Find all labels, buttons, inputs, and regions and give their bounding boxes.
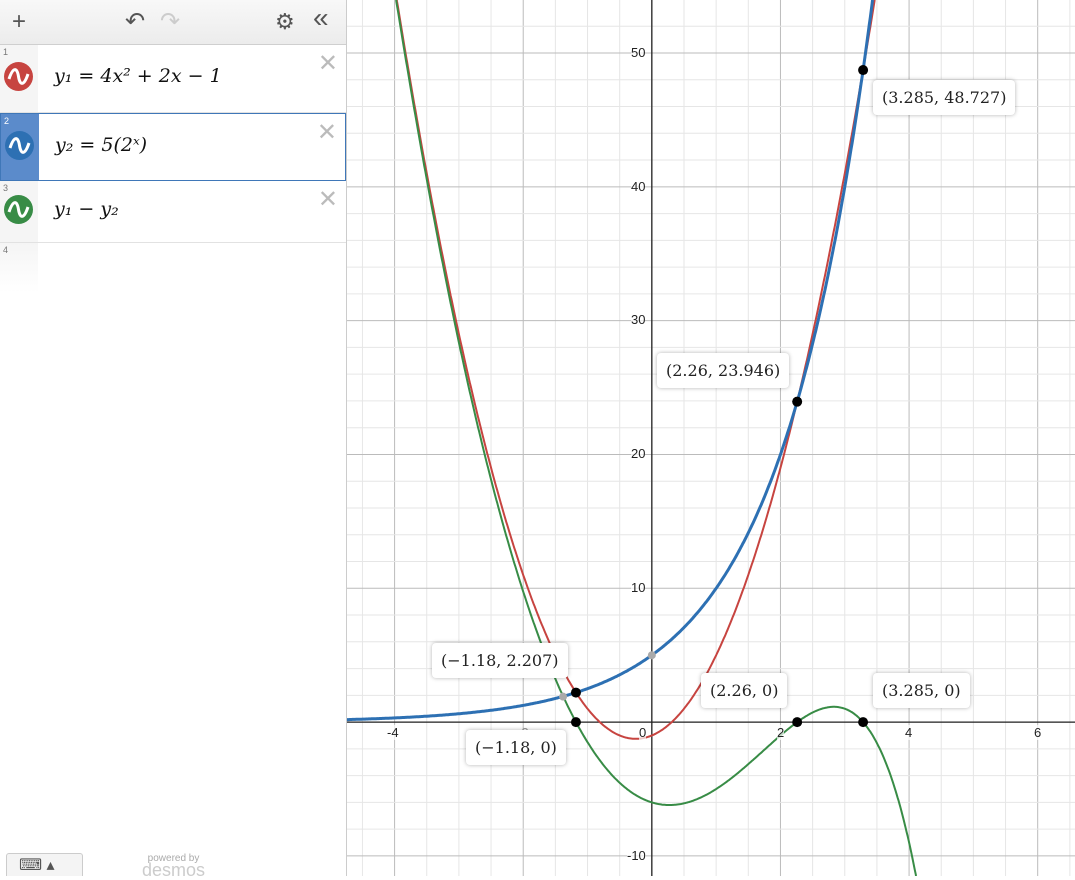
- settings-gear-icon[interactable]: ⚙: [275, 8, 295, 36]
- redo-button[interactable]: ↷: [160, 8, 180, 36]
- point-label[interactable]: (2.26, 23.946): [657, 353, 790, 388]
- graph-svg[interactable]: [347, 0, 1075, 876]
- expression-panel: + ↶ ↷ ⚙ « 1 y₁ = 4x² + 2x − 1 ✕ 2 y₂ = 5…: [0, 0, 347, 879]
- keyboard-toggle-button[interactable]: ⌨ ▴: [6, 853, 83, 876]
- y-tick: 40: [631, 179, 646, 194]
- intersection-point-gray: [647, 651, 656, 660]
- delete-icon[interactable]: ✕: [318, 185, 338, 214]
- point-marker: [570, 687, 581, 698]
- x-tick: 0: [639, 725, 647, 740]
- expression-row-1[interactable]: 1 y₁ = 4x² + 2x − 1 ✕: [0, 45, 346, 113]
- graph-wave-icon[interactable]: [4, 195, 33, 224]
- expression-text[interactable]: y₂ = 5(2ˣ): [55, 134, 147, 156]
- expression-text[interactable]: y₁ − y₂: [54, 198, 119, 220]
- point-label[interactable]: (−1.18, 0): [466, 730, 566, 765]
- expression-row-2[interactable]: 2 y₂ = 5(2ˣ) ✕: [0, 113, 346, 181]
- graph-wave-icon[interactable]: [4, 62, 33, 91]
- curve-y1: [395, 0, 876, 740]
- y-tick: 50: [631, 45, 646, 60]
- point-marker: [792, 717, 803, 728]
- expression-row-3[interactable]: 3 y₁ − y₂ ✕: [0, 181, 346, 243]
- graph-canvas[interactable]: -4 -2 0 2 4 6 10 20 30 40 50 -10 (3.285,…: [347, 0, 1075, 876]
- x-tick: 4: [905, 725, 913, 740]
- x-tick: -4: [387, 725, 399, 740]
- toolbar: + ↶ ↷ ⚙ «: [0, 0, 346, 45]
- graph-wave-icon[interactable]: [5, 131, 34, 160]
- expression-text[interactable]: y₁ = 4x² + 2x − 1: [54, 65, 222, 87]
- curve-y2: [347, 0, 874, 722]
- y-tick: -10: [627, 848, 646, 863]
- y-tick: 10: [631, 580, 646, 595]
- intersection-point-gray: [559, 692, 568, 701]
- point-marker: [792, 396, 803, 407]
- point-label[interactable]: (2.26, 0): [701, 673, 788, 708]
- point-label[interactable]: (3.285, 0): [873, 673, 970, 708]
- point-label[interactable]: (3.285, 48.727): [873, 80, 1016, 115]
- expression-row-4[interactable]: 4: [0, 243, 346, 293]
- point-marker: [570, 717, 581, 728]
- undo-button[interactable]: ↶: [125, 8, 145, 36]
- point-marker: [858, 717, 869, 728]
- point-label[interactable]: (−1.18, 2.207): [432, 643, 568, 678]
- collapse-panel-button[interactable]: «: [313, 4, 329, 32]
- add-expression-button[interactable]: +: [12, 8, 26, 36]
- x-tick: 6: [1034, 725, 1042, 740]
- delete-icon[interactable]: ✕: [318, 49, 338, 78]
- delete-icon[interactable]: ✕: [317, 118, 337, 147]
- y-tick: 30: [631, 312, 646, 327]
- powered-by-desmos[interactable]: powered by desmos: [142, 853, 205, 879]
- x-tick: 2: [777, 725, 785, 740]
- point-marker: [858, 65, 869, 76]
- y-tick: 20: [631, 446, 646, 461]
